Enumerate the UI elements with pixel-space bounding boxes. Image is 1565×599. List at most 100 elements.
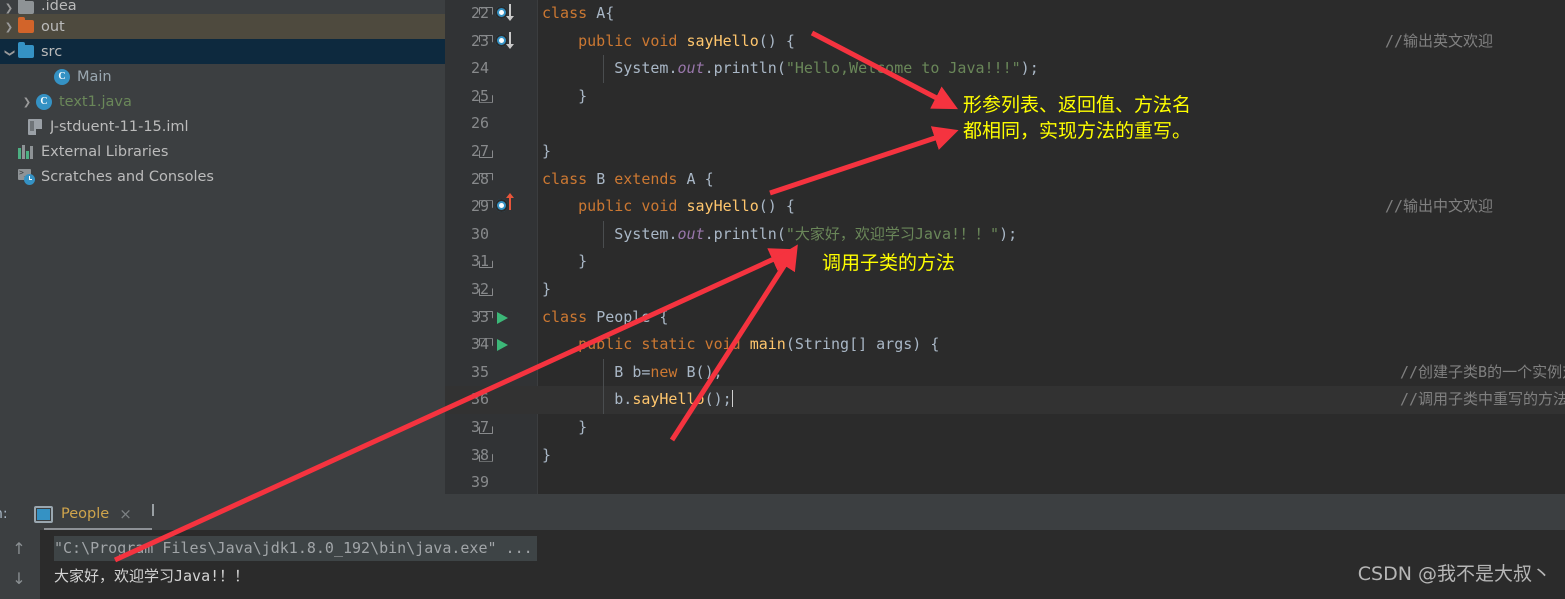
console-tab-people[interactable]: People × xyxy=(26,500,140,528)
fold-open-icon[interactable] xyxy=(479,200,493,214)
editor-line-28[interactable]: 28 class B extends A { xyxy=(445,166,1565,194)
watermark: CSDN @我不是大叔丶 xyxy=(1357,563,1551,585)
line-number: 35 xyxy=(470,362,489,381)
code-text: public void sayHello() { xyxy=(578,31,795,50)
expand-chevron-icon[interactable] xyxy=(0,2,18,14)
code-text: } xyxy=(542,280,552,298)
editor-line-39[interactable]: 39 xyxy=(445,469,1565,494)
close-icon[interactable]: × xyxy=(119,505,132,523)
editor-line-25[interactable]: 25 } xyxy=(445,83,1565,111)
gutter-markers[interactable] xyxy=(493,469,533,494)
tree-item-label: .idea xyxy=(41,0,77,14)
scroll-up-icon[interactable]: ↑ xyxy=(12,540,26,558)
tree-item-external-libraries[interactable]: External Libraries xyxy=(0,139,445,164)
folder-grey-icon xyxy=(18,0,34,14)
gutter-markers[interactable] xyxy=(493,386,533,414)
code-text: b.sayHello(); xyxy=(614,390,733,409)
gutter-markers[interactable] xyxy=(493,414,533,442)
run-triangle-icon[interactable] xyxy=(497,311,508,324)
editor-line-31[interactable]: 31 } xyxy=(445,248,1565,276)
code-text: } xyxy=(578,252,588,271)
console-tab-bar[interactable]: n: People × xyxy=(0,500,1565,531)
editor-line-37[interactable]: 37 } xyxy=(445,414,1565,442)
expand-chevron-icon[interactable] xyxy=(0,21,18,33)
gutter-markers[interactable] xyxy=(493,442,533,470)
fold-open-icon[interactable] xyxy=(479,7,493,20)
editor-line-38[interactable]: 38} xyxy=(445,442,1565,470)
code-text: } xyxy=(542,445,552,464)
line-number: 30 xyxy=(470,224,489,243)
folder-orange-icon xyxy=(18,17,34,33)
expand-chevron-icon[interactable] xyxy=(18,96,36,108)
gutter-markers[interactable] xyxy=(493,83,533,111)
run-tool-window[interactable]: n: People × ↑ ↓ "C:\Program Files\Java\j… xyxy=(0,494,1565,599)
editor-line-26[interactable]: 26 xyxy=(445,110,1565,138)
fold-close-icon[interactable] xyxy=(479,421,493,434)
ide-window: .idea out src C Main Ctext1.java J-stduent-11-… xyxy=(0,0,1565,599)
trailing-comment-23: //输出英文欢迎 xyxy=(1385,31,1494,50)
project-tree-panel[interactable]: .idea out src C Main Ctext1.java J-stduent-11-… xyxy=(0,0,445,494)
gutter-markers[interactable] xyxy=(493,55,533,83)
editor-line-34[interactable]: 34 public static void main(String[] args… xyxy=(445,331,1565,359)
editor-line-36[interactable]: 36 b.sayHello(); //调用子类中重写的方法 xyxy=(445,386,1565,414)
tree-item-main[interactable]: C Main xyxy=(0,64,445,89)
tree-item-out[interactable]: out xyxy=(0,14,445,39)
gutter-markers[interactable] xyxy=(493,193,533,221)
gutter-markers[interactable] xyxy=(493,110,533,138)
fold-close-icon[interactable] xyxy=(479,255,493,269)
java-class-icon: C xyxy=(54,68,70,85)
scratches-icon xyxy=(18,168,35,185)
fold-close-icon[interactable] xyxy=(479,89,493,103)
tree-item-j-stduent-11-15-iml[interactable]: J-stduent-11-15.iml xyxy=(0,114,445,139)
code-text: public void sayHello() { xyxy=(578,197,795,216)
gutter-markers[interactable] xyxy=(493,248,533,276)
fold-close-icon[interactable] xyxy=(479,283,493,296)
scroll-down-icon[interactable]: ↓ xyxy=(12,570,26,588)
editor-line-29[interactable]: 29 public void sayHello() {//输出中文欢迎 xyxy=(445,193,1565,221)
console-side-toolbar[interactable]: ↑ ↓ xyxy=(0,530,40,599)
gutter-markers[interactable] xyxy=(493,304,533,332)
fold-open-icon[interactable] xyxy=(479,338,493,352)
gutter-markers[interactable] xyxy=(493,276,533,304)
tree-item-label: out xyxy=(41,18,65,35)
console-command-line: "C:\Program Files\Java\jdk1.8.0_192\bin\… xyxy=(54,536,537,561)
gutter-markers[interactable] xyxy=(493,221,533,249)
folder-blue-icon xyxy=(18,42,34,58)
fold-open-icon[interactable] xyxy=(479,34,493,48)
tree-item-text1-java[interactable]: Ctext1.java xyxy=(0,89,445,114)
iml-file-icon xyxy=(28,118,42,135)
fold-open-icon[interactable] xyxy=(479,172,493,186)
tree-item-label: text1.java xyxy=(59,93,132,110)
gutter-markers[interactable] xyxy=(493,0,533,28)
gutter-markers[interactable] xyxy=(493,166,533,194)
tree-item-src[interactable]: src xyxy=(0,39,445,64)
editor-line-33[interactable]: 33 class People { xyxy=(445,304,1565,332)
editor-line-23[interactable]: 23 public void sayHello() {//输出英文欢迎 xyxy=(445,28,1565,56)
editor-line-22[interactable]: 22 class A{ xyxy=(445,0,1565,28)
console-output[interactable]: "C:\Program Files\Java\jdk1.8.0_192\bin\… xyxy=(40,530,1565,599)
code-editor[interactable]: 22 class A{23 public void sayHello() {//输… xyxy=(445,0,1565,494)
fold-close-icon[interactable] xyxy=(479,448,493,462)
editor-line-35[interactable]: 35 B b=new B(); //创建子类B的一个实例对象，使用默认构造方法 xyxy=(445,359,1565,387)
tree-item-idea[interactable]: .idea xyxy=(0,0,445,14)
arrow-down-icon xyxy=(506,4,514,21)
gutter-markers[interactable] xyxy=(493,331,533,359)
tree-item-label: Scratches and Consoles xyxy=(41,168,214,185)
editor-line-30[interactable]: 30 System.out.println("大家好，欢迎学习Java!！！")… xyxy=(445,221,1565,249)
gutter-markers[interactable] xyxy=(493,138,533,166)
gutter-markers[interactable] xyxy=(493,28,533,56)
editor-line-24[interactable]: 24 System.out.println("Hello,Welcome to … xyxy=(445,55,1565,83)
gutter-markers[interactable] xyxy=(493,359,533,387)
code-text: } xyxy=(578,86,588,105)
arrow-up-icon xyxy=(506,193,514,211)
code-text: System.out.println("大家好，欢迎学习Java!！！"); xyxy=(614,224,1018,243)
tab-caret-marker xyxy=(152,504,154,516)
editor-line-27[interactable]: 27} xyxy=(445,138,1565,166)
fold-open-icon[interactable] xyxy=(479,310,493,324)
collapse-chevron-icon[interactable] xyxy=(0,46,18,58)
fold-close-icon[interactable] xyxy=(479,145,493,158)
editor-line-32[interactable]: 32} xyxy=(445,276,1565,304)
tree-item-scratches-and-consoles[interactable]: Scratches and Consoles xyxy=(0,164,445,189)
run-triangle-icon[interactable] xyxy=(497,339,508,352)
overriding-method-icon[interactable] xyxy=(495,199,508,213)
